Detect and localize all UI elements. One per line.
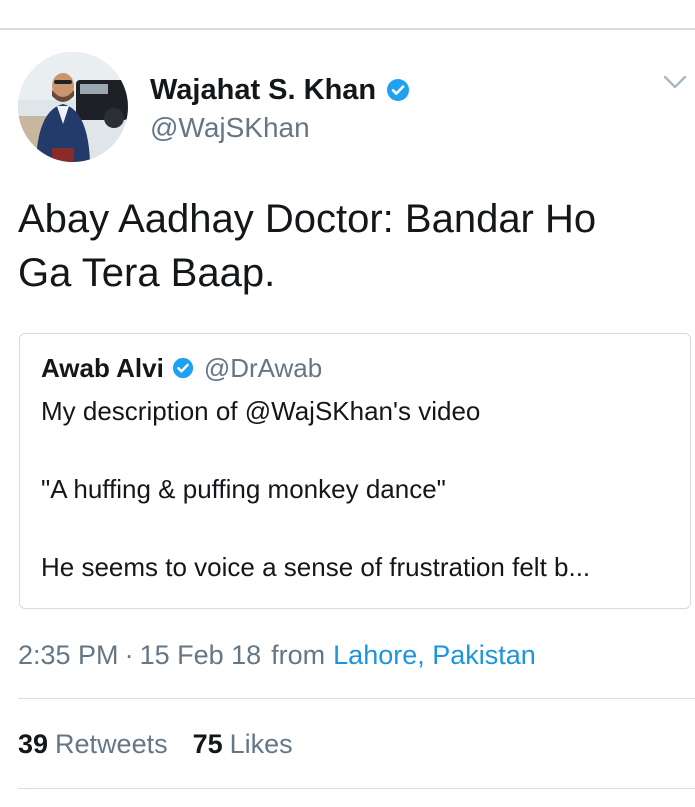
quoted-tweet-line: My description of @WajSKhan's video <box>41 396 481 426</box>
author-name-row[interactable]: Wajahat S. Khan <box>150 72 410 108</box>
quoted-tweet-card[interactable]: Awab Alvi @DrAwab My description of @Waj… <box>19 333 691 609</box>
divider <box>18 698 695 699</box>
retweets-count[interactable]: 39 <box>18 729 48 760</box>
verified-badge-icon <box>172 357 194 379</box>
likes-label[interactable]: Likes <box>230 729 293 760</box>
chevron-down-icon[interactable] <box>662 72 688 92</box>
author-handle[interactable]: @WajSKhan <box>150 112 310 144</box>
likes-count[interactable]: 75 <box>193 729 223 760</box>
tweet-detail-page: Wajahat S. Khan @WajSKhan Abay Aadhay Do… <box>0 0 695 807</box>
tweet-date: 15 Feb 18 <box>139 639 262 670</box>
tweet-time: 2:35 PM <box>18 639 119 670</box>
tweet-stats: 39 Retweets 75 Likes <box>18 727 293 761</box>
quoted-tweet-line: He seems to voice a sense of frustration… <box>41 552 591 582</box>
tweet-text-line: Abay Aadhay Doctor: Bandar Ho <box>18 197 597 241</box>
quoted-tweet-header: Awab Alvi @DrAwab <box>41 352 322 384</box>
avatar[interactable] <box>18 52 128 162</box>
tweet-meta: 2:35 PM · 15 Feb 18 from Lahore, Pakista… <box>18 638 536 672</box>
quoted-author-display-name: Awab Alvi <box>41 352 164 383</box>
quoted-author-handle: @DrAwab <box>203 352 323 383</box>
from-label: from <box>271 639 326 670</box>
tweet-text-line: Ga Tera Baap. <box>18 251 276 295</box>
meta-separator: · <box>124 639 134 670</box>
divider <box>18 788 695 789</box>
quoted-tweet-line: "A huffing & puffing monkey dance" <box>41 474 446 504</box>
top-divider <box>0 28 695 30</box>
retweets-label[interactable]: Retweets <box>55 729 168 760</box>
location-link[interactable]: Lahore, Pakistan <box>333 640 536 671</box>
verified-badge-icon <box>386 78 410 102</box>
tweet-text: Abay Aadhay Doctor: Bandar Ho Ga Tera Ba… <box>18 192 683 300</box>
author-display-name[interactable]: Wajahat S. Khan <box>150 74 376 107</box>
